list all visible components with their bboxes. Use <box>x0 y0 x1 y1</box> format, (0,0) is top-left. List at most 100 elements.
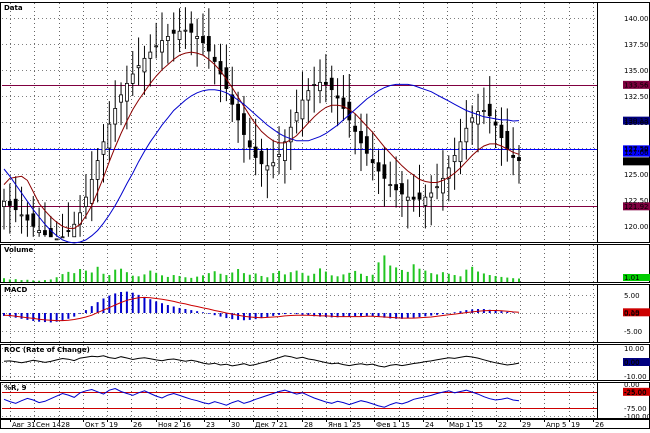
candle-body <box>277 153 281 157</box>
volume-bar <box>155 272 158 282</box>
candle-body <box>259 150 264 165</box>
candle-body <box>405 196 410 201</box>
volume-bar <box>289 272 292 282</box>
volume-bar <box>488 275 491 282</box>
volume-bar <box>278 270 281 282</box>
candle-body <box>7 200 12 206</box>
candle-body <box>452 154 457 163</box>
volume-bar <box>453 275 456 282</box>
volume-bar <box>389 265 392 282</box>
candle-body <box>242 113 246 135</box>
volume-bar <box>383 255 386 282</box>
candle-body <box>323 81 328 85</box>
volume-bar <box>301 272 304 282</box>
macd-tick-label: 5.00 <box>624 292 640 300</box>
candle-body <box>119 94 123 103</box>
volume-bar <box>266 277 269 282</box>
date-label: 30 <box>231 421 240 429</box>
volume-bar <box>161 275 164 282</box>
volume-bar <box>260 275 263 282</box>
candle-body <box>95 160 100 180</box>
candle-body <box>435 186 439 189</box>
candle-body <box>84 196 88 207</box>
date-label: Авг 31 <box>12 421 36 429</box>
volume-bar <box>172 275 175 282</box>
volume-bar <box>336 276 339 282</box>
candle-body <box>189 23 194 33</box>
volume-bar <box>3 278 5 282</box>
candle-body <box>382 164 387 179</box>
candle-body <box>335 95 340 99</box>
candle-body <box>318 81 322 92</box>
candle-body <box>376 162 381 172</box>
candle-body <box>411 196 416 200</box>
volume-bar <box>196 276 199 282</box>
candle-body <box>142 57 147 73</box>
candle-body <box>493 121 498 126</box>
candle-body <box>400 183 404 195</box>
price-marker-label: 126.23 <box>624 158 649 166</box>
volume-bar <box>96 266 99 282</box>
volume-bar <box>61 274 64 282</box>
volume-bar <box>231 272 234 282</box>
volume-bar <box>207 273 210 282</box>
candle-body <box>294 112 299 122</box>
wr-tick-label: -75.00 <box>624 405 647 413</box>
date-label: Дек 7 <box>255 421 276 429</box>
volume-bar <box>477 271 480 282</box>
candle-body <box>429 192 434 198</box>
volume-bar <box>248 274 251 282</box>
volume-bar <box>359 273 362 282</box>
candle-body <box>283 141 287 162</box>
price-panel-title: Data <box>4 4 23 12</box>
volume-bar <box>365 275 368 282</box>
volume-bar <box>219 273 222 282</box>
wr-last-label: -25.00 <box>624 388 647 396</box>
volume-bar <box>330 275 333 282</box>
price-tick-label: 137.50 <box>624 41 649 49</box>
date-label: 16 <box>182 421 191 429</box>
price-marker-label: 133.56 <box>624 81 649 89</box>
volume-bar <box>73 273 76 282</box>
chart-root: 140.00 137.50 135.00 132.50 130.00 127.50 125.… <box>0 0 650 429</box>
volume-last-label: 1.01 <box>624 274 640 282</box>
date-label: Ноя 2 <box>158 421 178 429</box>
candle-body <box>265 165 270 171</box>
date-label: Фев 1 <box>376 421 397 429</box>
candle-body <box>312 84 317 86</box>
candle-body <box>417 192 422 200</box>
candle-body <box>124 82 129 102</box>
date-label: Мар 1 <box>449 421 470 429</box>
volume-bar <box>512 278 515 282</box>
candle-body <box>359 130 363 144</box>
candle-body <box>236 103 240 121</box>
volume-bar <box>125 272 128 282</box>
volume-bar <box>348 272 351 282</box>
roc-panel-title: ROC (Rate of Change) <box>4 346 90 354</box>
volume-bar <box>120 268 123 282</box>
volume-bar <box>447 273 450 282</box>
volume-bar <box>418 268 421 282</box>
volume-bar <box>55 277 58 282</box>
candle-body <box>154 45 159 48</box>
volume-bar <box>307 275 310 282</box>
volume-bar <box>79 269 82 282</box>
volume-bar <box>518 278 520 282</box>
volume-bar <box>242 273 245 282</box>
date-label: 19 <box>571 421 580 429</box>
candle-body <box>347 101 352 121</box>
volume-bar <box>137 276 140 282</box>
candle-body <box>370 159 375 164</box>
volume-bar <box>500 276 503 282</box>
date-label: 28 <box>304 421 313 429</box>
price-tick-label: 132.50 <box>624 93 649 101</box>
candle-body <box>171 29 176 34</box>
candle-body <box>31 213 36 227</box>
roc-tick-label: 10.00 <box>624 345 644 353</box>
volume-bar <box>406 271 409 282</box>
candle-body <box>2 200 6 207</box>
candle-body <box>253 146 258 158</box>
volume-bar <box>272 273 275 282</box>
price-tick-label: 140.00 <box>624 15 649 23</box>
candle-body <box>499 124 504 139</box>
